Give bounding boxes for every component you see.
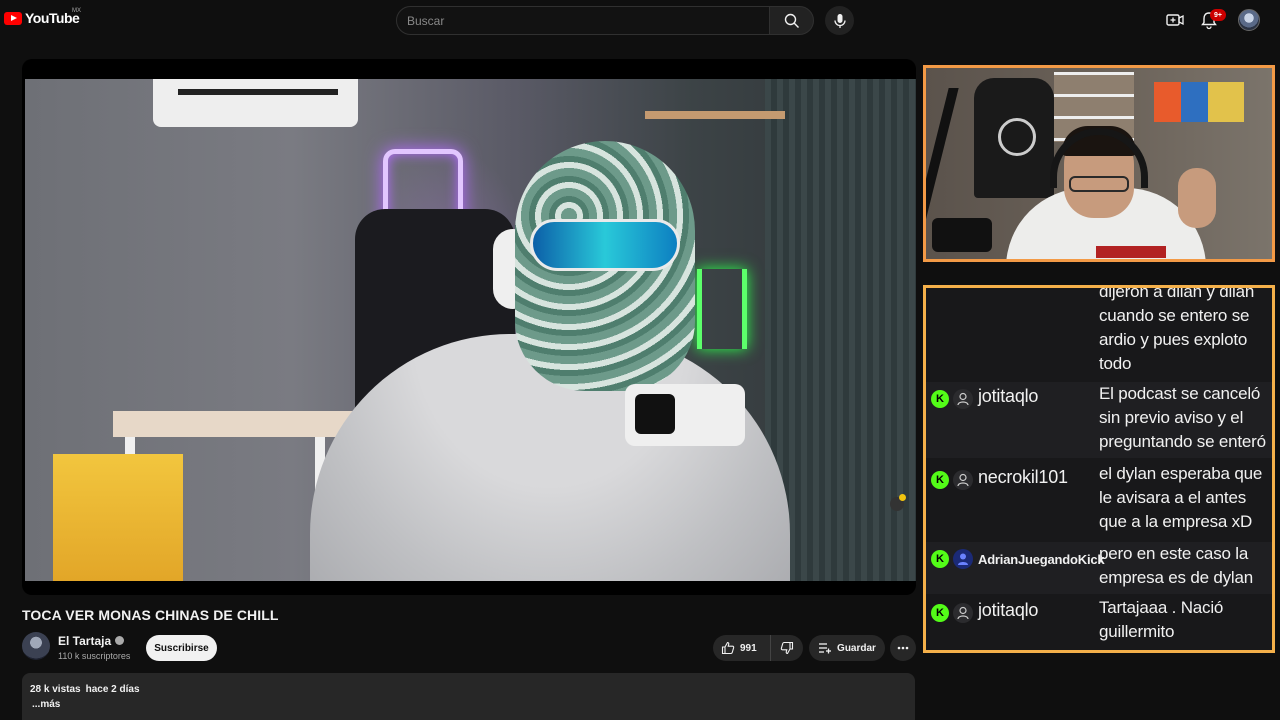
view-count: 28 k vistas xyxy=(30,684,81,695)
chat-message-text: Tartajaaa . Nació guillermito xyxy=(1099,598,1224,641)
chat-message-text: pero en este caso la empresa es de dylan xyxy=(1099,544,1254,587)
scene-goggles xyxy=(530,219,680,271)
kick-badge-icon: K xyxy=(931,550,949,568)
channel-name-text: El Tartaja xyxy=(58,634,112,648)
save-playlist-icon xyxy=(819,643,832,654)
chat-message: K necrokil101 el dylan esperaba que le a… xyxy=(926,462,1272,540)
account-avatar[interactable] xyxy=(1238,9,1260,31)
description-box[interactable]: 28 k vistas hace 2 días ...más xyxy=(22,673,915,720)
channel-name[interactable]: El Tartaja xyxy=(58,634,125,648)
thumbs-down-icon xyxy=(780,641,794,655)
webcam-mic xyxy=(932,218,992,252)
verified-icon xyxy=(115,636,125,646)
create-video-icon xyxy=(1166,14,1184,26)
user-avatar xyxy=(953,549,973,569)
like-dislike-group: 991 xyxy=(713,635,803,661)
top-header: YouTube MX 9+ xyxy=(0,0,1280,40)
save-label: Guardar xyxy=(837,642,876,654)
create-button[interactable] xyxy=(1165,11,1185,29)
webcam-posters xyxy=(1154,82,1244,122)
user-icon xyxy=(953,603,973,623)
scene-shelf xyxy=(645,111,785,119)
chat-username[interactable]: AdrianJuegandoKick xyxy=(978,552,1105,567)
chat-username[interactable]: jotitaqlo xyxy=(978,386,1038,407)
chat-message-text: El podcast se canceló sin previo aviso y… xyxy=(1099,384,1266,451)
save-button[interactable]: Guardar xyxy=(809,635,885,661)
player-info-icon[interactable] xyxy=(890,494,906,511)
notification-badge: 9+ xyxy=(1210,9,1226,21)
chat-message: K AdrianJuegandoKick pero en este caso l… xyxy=(926,542,1272,594)
video-frame xyxy=(25,79,916,581)
kick-badge-icon: K xyxy=(931,390,949,408)
search-box[interactable] xyxy=(396,6,770,35)
chat-message-text: dijeron a dilan y dilan cuando se entero… xyxy=(1099,285,1255,373)
youtube-play-icon xyxy=(4,11,22,25)
voice-search-button[interactable] xyxy=(825,6,854,35)
more-actions-button[interactable] xyxy=(890,635,916,661)
scene-poster xyxy=(53,454,183,581)
scene-microphone xyxy=(625,384,745,446)
chat-username[interactable]: jotitaqlo xyxy=(978,600,1038,621)
description-expand[interactable]: ...más xyxy=(32,699,60,710)
video-title: TOCA VER MONAS CHINAS DE CHILL xyxy=(22,607,279,623)
country-code: MX xyxy=(72,8,81,14)
search-input[interactable] xyxy=(397,7,737,34)
video-meta: 28 k vistas hace 2 días xyxy=(30,684,140,695)
chat-message: K jotitaqlo Tartajaaa . Nació guillermit… xyxy=(926,596,1272,650)
video-player[interactable] xyxy=(22,59,916,595)
youtube-logo[interactable]: YouTube MX xyxy=(4,8,81,26)
user-icon xyxy=(953,470,973,490)
more-horizontal-icon xyxy=(897,646,909,650)
user-icon xyxy=(953,389,973,409)
channel-avatar[interactable] xyxy=(22,632,50,660)
chat-message: K jotitaqlo El podcast se canceló sin pr… xyxy=(926,382,1272,458)
scene-air-conditioner xyxy=(153,79,358,127)
like-button[interactable]: 991 xyxy=(713,635,771,661)
subscriber-count: 110 k suscriptores xyxy=(58,651,131,661)
upload-date: hace 2 días xyxy=(85,684,140,695)
webcam-shirt-print xyxy=(1096,246,1166,258)
subscribe-button[interactable]: Suscribirse xyxy=(146,635,217,661)
scene-desk xyxy=(113,411,353,437)
chat-message-text: el dylan esperaba que le avisara a el an… xyxy=(1099,464,1263,531)
dislike-button[interactable] xyxy=(771,635,803,661)
chat-overlay: dijeron a dilan y dilan cuando se entero… xyxy=(923,285,1275,653)
mic-icon xyxy=(833,13,846,28)
webcam-overlay xyxy=(923,65,1275,262)
chat-message: dijeron a dilan y dilan cuando se entero… xyxy=(926,285,1272,380)
kick-badge-icon: K xyxy=(931,604,949,622)
search-icon xyxy=(784,13,799,28)
kick-badge-icon: K xyxy=(931,471,949,489)
chat-username[interactable]: necrokil101 xyxy=(978,467,1068,488)
thumbs-up-icon xyxy=(721,641,735,655)
scene-neon-logo xyxy=(697,269,747,349)
search-button[interactable] xyxy=(769,6,814,35)
like-count: 991 xyxy=(740,642,757,654)
webcam-hand xyxy=(1178,168,1216,228)
